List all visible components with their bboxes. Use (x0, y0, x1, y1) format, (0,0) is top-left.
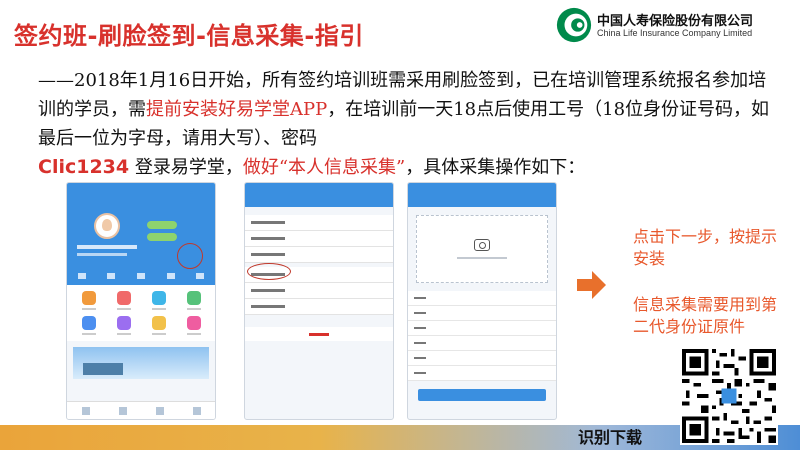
intro-text-3: 登录易学堂， (129, 157, 243, 178)
logo-mark-icon (556, 7, 592, 43)
phone-screenshot-info-collect (407, 182, 557, 420)
note-next-step: 点击下一步，按提示安装 (633, 227, 778, 268)
logo-name-cn: 中国人寿保险股份有限公司 (597, 14, 754, 29)
settings-highlight-circle (177, 243, 203, 269)
camera-icon (474, 239, 490, 251)
intro-text-4: ，具体采集操作如下： (405, 157, 586, 178)
info-collect-highlight-oval (247, 263, 291, 280)
download-label: 识别下载 (578, 428, 643, 447)
intro-highlight-collect: 做好“本人信息采集” (242, 157, 406, 178)
intro-highlight-app: 提前安装好易学堂APP (146, 99, 328, 120)
logo-name-en: China Life Insurance Company Limited (597, 28, 753, 38)
company-logo: 中国人寿保险股份有限公司 China Life Insurance Compan… (555, 4, 795, 46)
phone-screenshot-settings (244, 182, 394, 420)
intro-password: Clic1234 (38, 156, 130, 178)
note-id-card: 信息采集需要用到第二代身份证原件 (633, 295, 778, 336)
phone-screenshot-my-study (66, 182, 216, 420)
page-title: 签约班-刷脸签到-信息采集-指引 (14, 22, 364, 50)
qr-code-icon[interactable] (680, 347, 778, 445)
intro-paragraph: ——2018年1月16日开始，所有签约培训班需采用刷脸签到，已在培训管理系统报名… (38, 66, 778, 182)
right-arrow-icon (577, 271, 606, 299)
avatar (94, 213, 120, 239)
